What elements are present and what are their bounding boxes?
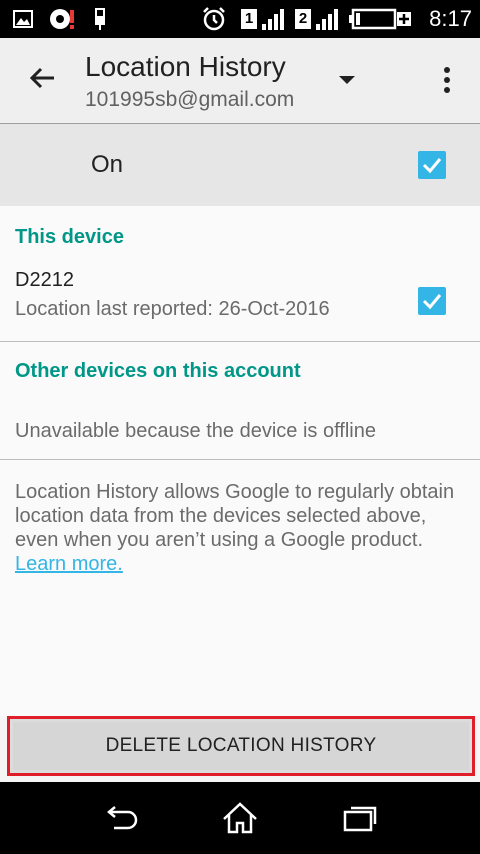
location-history-toggle-row[interactable]: On [0, 124, 480, 206]
dropdown-arrow-icon[interactable] [336, 72, 358, 88]
more-vert-icon[interactable] [436, 64, 458, 96]
other-devices-status: Unavailable because the device is offlin… [15, 420, 376, 442]
recents-icon[interactable] [340, 798, 380, 838]
settings-content: This device D2212 Location last reported… [0, 206, 480, 716]
sim2-label: 2 [295, 9, 311, 29]
app-bar: Location History 101995sb@gmail.com [0, 38, 480, 124]
image-icon [10, 0, 36, 38]
device-checkbox[interactable] [418, 287, 446, 315]
toggle-label: On [91, 151, 124, 178]
checkmark-icon [422, 158, 442, 174]
sim2-badge: 2 [294, 0, 312, 38]
signal-icon [260, 0, 286, 38]
signal-icon [314, 0, 340, 38]
delete-location-history-button[interactable]: DELETE LOCATION HISTORY [13, 722, 469, 770]
nav-bar [0, 782, 480, 854]
checkmark-icon [422, 294, 442, 310]
device-last-reported: Location last reported: 26-Oct-2016 [15, 298, 330, 320]
clock: 8:17 [429, 6, 472, 31]
home-icon[interactable] [220, 798, 260, 838]
location-history-checkbox[interactable] [418, 151, 446, 179]
learn-more-link[interactable]: Learn more. [15, 553, 123, 575]
device-name: D2212 [15, 269, 74, 291]
battery-charging-icon [348, 0, 414, 38]
divider [0, 459, 480, 460]
alarm-icon [200, 0, 228, 38]
account-email[interactable]: 101995sb@gmail.com [85, 88, 294, 112]
back-icon[interactable] [100, 798, 140, 838]
description-text: Location History allows Google to regula… [15, 480, 465, 576]
back-arrow-icon[interactable] [26, 62, 58, 94]
status-bar: 1 2 8:17 [0, 0, 480, 38]
delete-button-highlight: DELETE LOCATION HISTORY [7, 716, 475, 776]
divider [0, 341, 480, 342]
usb-icon [90, 0, 110, 38]
sim1-label: 1 [241, 9, 257, 29]
page-title: Location History [85, 51, 286, 82]
alert-badge-icon [48, 0, 78, 38]
description-body: Location History allows Google to regula… [15, 481, 455, 551]
sim1-badge: 1 [240, 0, 258, 38]
other-devices-header: Other devices on this account [15, 360, 301, 382]
this-device-header: This device [15, 226, 124, 248]
